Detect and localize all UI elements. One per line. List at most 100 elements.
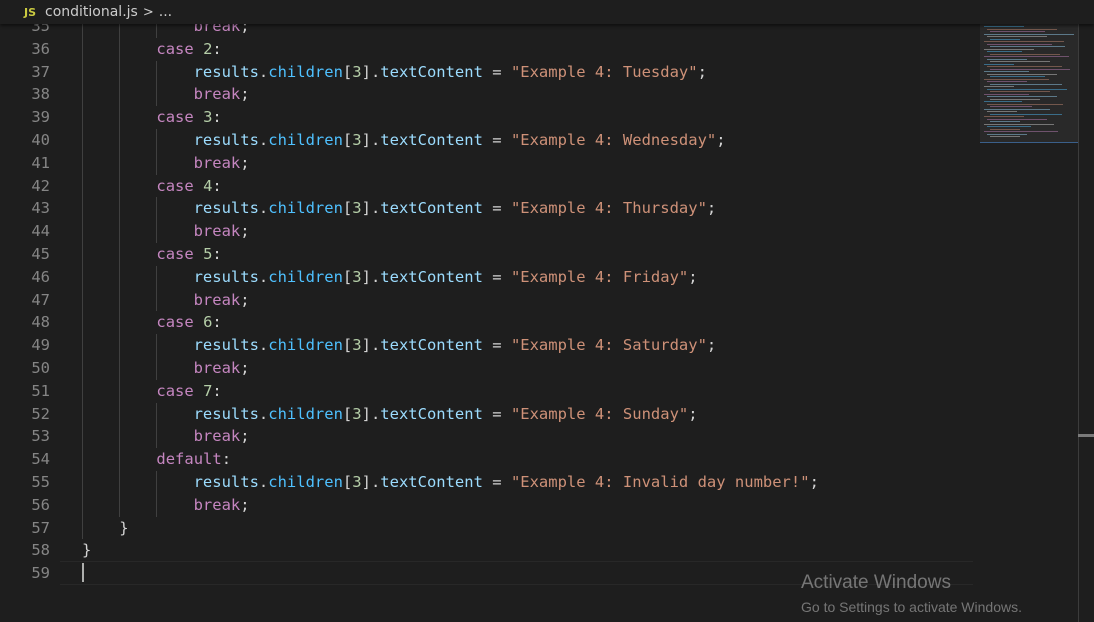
- code-token: results: [193, 62, 259, 81]
- indent-guide: [82, 265, 83, 289]
- code-line[interactable]: 53 break;: [0, 425, 980, 448]
- line-number: 56: [31, 495, 50, 514]
- minimap-line: [987, 28, 1057, 30]
- code-line[interactable]: 42 case 4:: [0, 175, 980, 198]
- code-line[interactable]: 47 break;: [0, 289, 980, 312]
- code-line[interactable]: 56 break;: [0, 494, 980, 517]
- minimap-line: [990, 83, 1062, 85]
- code-text: results.children[3].textContent = "Examp…: [194, 403, 698, 426]
- code-line[interactable]: 52 results.children[3].textContent = "Exa…: [0, 403, 980, 426]
- indent-guide: [82, 151, 83, 175]
- code-line[interactable]: 58}: [0, 539, 980, 562]
- indent-guide: [82, 220, 83, 243]
- scrollbar-thumb[interactable]: [1078, 434, 1094, 437]
- code-text: break;: [194, 425, 250, 448]
- line-number: 43: [31, 199, 50, 218]
- code-line[interactable]: 37 results.children[3].textContent = "Exa…: [0, 61, 980, 84]
- code-token: textContent: [380, 336, 483, 355]
- code-token: .: [258, 131, 269, 149]
- code-token: .: [258, 404, 269, 423]
- code-token: textContent: [380, 404, 483, 423]
- code-token: case: [156, 313, 194, 332]
- code-text: results.children[3].textContent = "Examp…: [194, 197, 717, 220]
- code-line[interactable]: 46 results.children[3].textContent = "Exa…: [0, 266, 980, 289]
- code-text: results.children[3].textContent = "Examp…: [194, 61, 707, 84]
- code-token: "Example 4: Sunday": [510, 404, 689, 423]
- code-editor[interactable]: 35 break; 36 case 2: 37 results.children[3].t…: [0, 0, 1094, 622]
- indent-guide: [156, 425, 158, 449]
- code-text: results.children[3].textContent = "Examp…: [194, 471, 819, 494]
- line-number: 37: [31, 62, 50, 81]
- minimap[interactable]: [980, 24, 1078, 622]
- code-area[interactable]: 35 break; 36 case 2: 37 results.children[3].t…: [0, 0, 980, 622]
- code-line[interactable]: 41 break;: [0, 152, 980, 175]
- code-line[interactable]: 49 results.children[3].textContent = "Exa…: [0, 334, 980, 357]
- minimap-line: [984, 33, 1074, 35]
- minimap-line: [984, 48, 1034, 50]
- code-token: =: [482, 199, 511, 218]
- minimap-line: [984, 78, 1049, 80]
- minimap-line: [990, 98, 1040, 100]
- code-token: ;: [240, 85, 250, 104]
- indent-guide: [82, 37, 83, 61]
- code-token: "Example 4: Wednesday": [510, 131, 717, 149]
- code-token: ;: [240, 427, 250, 446]
- indent-guide: [156, 402, 158, 426]
- code-token: break: [193, 290, 241, 309]
- indent-guide: [82, 60, 83, 84]
- code-line[interactable]: 39 case 3:: [0, 106, 980, 129]
- minimap-line: [987, 58, 1027, 60]
- code-line[interactable]: 44 break;: [0, 220, 980, 243]
- minimap-line: [990, 68, 1070, 70]
- breadcrumb-file[interactable]: conditional.js: [45, 4, 138, 20]
- code-token: "Example 4: Invalid day number!": [510, 473, 810, 491]
- code-token: =: [482, 267, 511, 286]
- indent-guide: [82, 288, 83, 312]
- code-text: case 5:: [156, 243, 221, 266]
- chevron-right-icon: >: [142, 4, 154, 20]
- minimap-line: [990, 31, 1045, 32]
- code-token: case: [156, 245, 194, 263]
- code-text: break;: [194, 289, 250, 312]
- code-line[interactable]: 43 results.children[3].textContent = "Exa…: [0, 197, 980, 220]
- minimap-line: [990, 38, 1020, 40]
- code-line[interactable]: 51 case 7:: [0, 380, 980, 403]
- code-token: =: [482, 473, 511, 491]
- code-line[interactable]: 57}: [0, 517, 980, 540]
- indent-guide: [156, 334, 158, 357]
- line-number: 54: [31, 450, 50, 469]
- code-text: results.children[3].textContent = "Examp…: [194, 334, 717, 357]
- indent-guide: [119, 197, 121, 221]
- code-token: children: [268, 62, 343, 81]
- vertical-scrollbar[interactable]: [1078, 24, 1079, 622]
- code-line[interactable]: 50 break;: [0, 357, 980, 380]
- minimap-line: [990, 128, 1020, 130]
- code-token: =: [482, 131, 511, 149]
- code-line[interactable]: 40 results.children[3].textContent = "Exa…: [0, 129, 980, 152]
- code-line[interactable]: 45 case 5:: [0, 243, 980, 266]
- minimap-line: [984, 86, 1014, 87]
- indent-guide: [82, 174, 83, 198]
- minimap-line: [990, 136, 1020, 137]
- code-token: default: [156, 450, 222, 469]
- code-token: .: [258, 62, 269, 81]
- code-token: break: [193, 495, 241, 514]
- indent-guide: [82, 243, 83, 266]
- code-token: [: [342, 267, 353, 286]
- line-number: 50: [31, 359, 50, 377]
- indent-guide: [119, 402, 121, 426]
- minimap-line: [987, 111, 1017, 112]
- breadcrumb-symbol[interactable]: ...: [159, 4, 172, 20]
- code-line[interactable]: 54 default:: [0, 448, 980, 471]
- indent-guide: [119, 129, 121, 152]
- code-token: [: [342, 336, 353, 355]
- code-line[interactable]: 55 results.children[3].textContent = "Exa…: [0, 471, 980, 494]
- code-line[interactable]: 38 break;: [0, 83, 980, 106]
- indent-guide: [156, 288, 158, 312]
- code-token: =: [482, 336, 511, 355]
- indent-guide: [119, 220, 121, 243]
- code-line[interactable]: 48 case 6:: [0, 311, 980, 334]
- indent-guide: [82, 129, 83, 152]
- code-line[interactable]: 36 case 2:: [0, 38, 980, 61]
